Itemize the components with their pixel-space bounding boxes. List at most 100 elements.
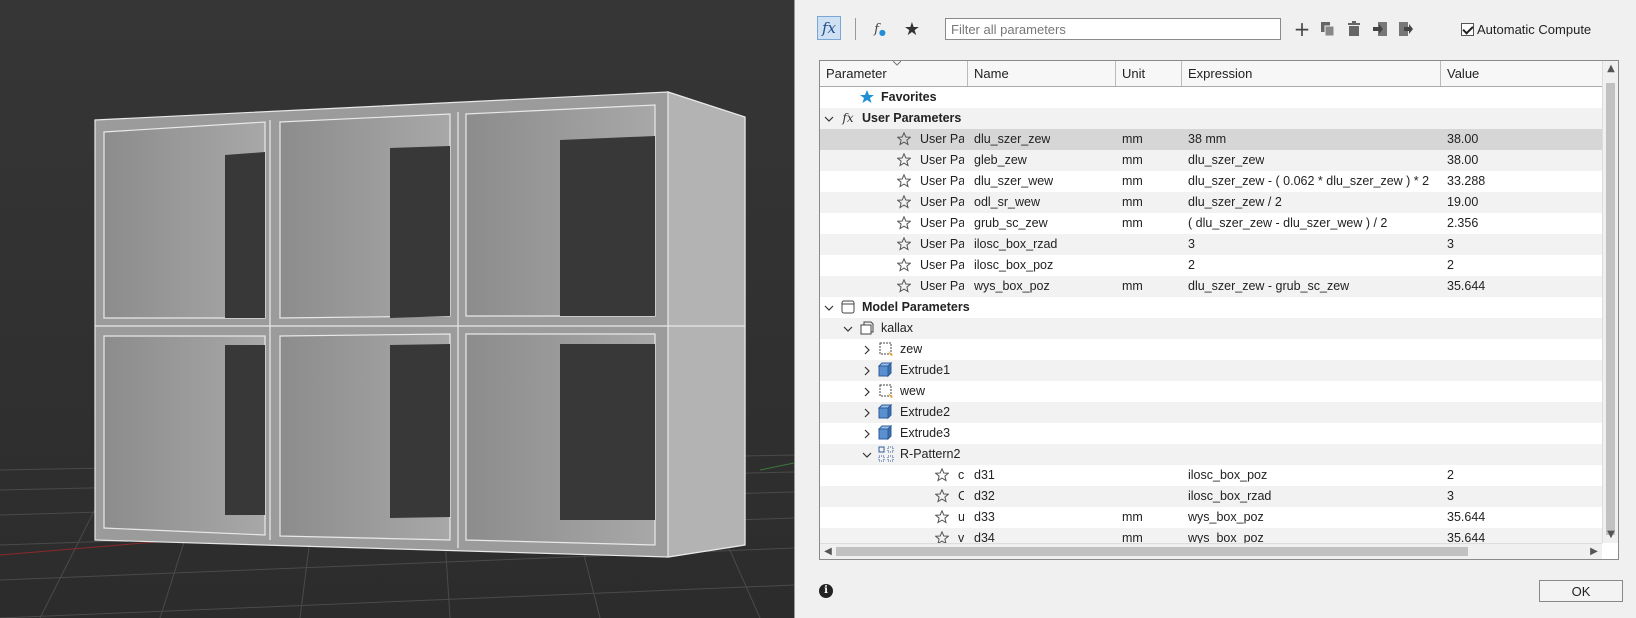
table-row[interactable]: CountV d32 ilosc_box_rzad 3	[820, 486, 1602, 507]
automatic-compute-toggle[interactable]: Automatic Compute	[1461, 16, 1591, 42]
chevron-right-icon[interactable]	[862, 386, 872, 397]
table-row[interactable]: User Parame... ilosc_box_rzad 3 3	[820, 234, 1602, 255]
chevron-right-icon[interactable]	[862, 344, 872, 355]
expression-cell[interactable]: dlu_szer_zew - ( 0.062 * dlu_szer_zew ) …	[1188, 171, 1429, 192]
horizontal-scrollbar[interactable]: ◀ ▶	[820, 543, 1602, 559]
user-fx-icon[interactable]: f ●	[869, 16, 891, 42]
favorite-star-icon[interactable]	[896, 236, 912, 252]
vertical-scroll-thumb[interactable]	[1606, 83, 1615, 535]
expression-cell[interactable]: ilosc_box_rzad	[1188, 486, 1271, 507]
delete-icon[interactable]	[1343, 16, 1365, 42]
name-cell[interactable]: ilosc_box_poz	[974, 255, 1053, 276]
table-row[interactable]: User Parame... ilosc_box_poz 2 2	[820, 255, 1602, 276]
expression-cell[interactable]: wys_box_poz	[1188, 507, 1264, 528]
automatic-compute-label: Automatic Compute	[1477, 21, 1592, 37]
vertical-scrollbar[interactable]: ▲ ▼	[1602, 61, 1618, 543]
scroll-left-icon[interactable]: ◀	[820, 544, 836, 559]
tree-node-row[interactable]: Extrude2	[820, 402, 1602, 423]
favorite-star-icon[interactable]	[896, 257, 912, 273]
name-cell[interactable]: d32	[974, 486, 995, 507]
sort-caret-icon	[893, 61, 901, 66]
tree-node-row[interactable]: Extrude3	[820, 423, 1602, 444]
chevron-down-icon[interactable]	[862, 449, 872, 459]
parameters-dialog: fx f● ★ + Automatic Compute Parameter Na…	[794, 0, 1636, 618]
name-cell[interactable]: odl_sr_wew	[974, 192, 1040, 213]
info-icon[interactable]: i	[819, 584, 833, 598]
table-row[interactable]: User Parame... grub_sc_zew mm ( dlu_szer_ze…	[820, 213, 1602, 234]
import-icon[interactable]	[1369, 16, 1391, 42]
group-row[interactable]: Model Parameters	[820, 297, 1602, 318]
column-header-name[interactable]: Name	[968, 61, 1116, 86]
expression-cell[interactable]: ( dlu_szer_zew - dlu_szer_wew ) / 2	[1188, 213, 1387, 234]
expression-cell[interactable]: dlu_szer_zew - grub_sc_zew	[1188, 276, 1349, 297]
tree-node-row[interactable]: zew	[820, 339, 1602, 360]
favorite-star-icon[interactable]	[934, 509, 950, 525]
model-viewport[interactable]	[0, 0, 794, 618]
expression-cell[interactable]: 3	[1188, 234, 1195, 255]
table-row[interactable]: countU d31 ilosc_box_poz 2	[820, 465, 1602, 486]
fx-icon[interactable]: fx	[817, 16, 841, 40]
filter-input[interactable]	[945, 18, 1281, 40]
chevron-down-icon[interactable]	[824, 113, 834, 123]
parameter-cell: CountV	[958, 486, 964, 507]
extrude-icon	[878, 404, 894, 420]
expression-cell[interactable]: dlu_szer_zew / 2	[1188, 192, 1282, 213]
name-cell[interactable]: d31	[974, 465, 995, 486]
unit-cell: mm	[1122, 195, 1143, 209]
table-row[interactable]: User Parame... gleb_zew mm dlu_szer_zew 38.0…	[820, 150, 1602, 171]
favorite-star-icon[interactable]	[896, 131, 912, 147]
chevron-right-icon[interactable]	[862, 407, 872, 418]
star-filled-icon	[859, 89, 875, 105]
column-header-expression[interactable]: Expression	[1182, 61, 1441, 86]
chevron-right-icon[interactable]	[862, 428, 872, 439]
table-row[interactable]: User Parame... dlu_szer_wew mm dlu_szer_zew…	[820, 171, 1602, 192]
name-cell[interactable]: gleb_zew	[974, 150, 1027, 171]
scroll-right-icon[interactable]: ▶	[1586, 544, 1602, 559]
name-cell[interactable]: grub_sc_zew	[974, 213, 1048, 234]
chevron-down-icon[interactable]	[824, 302, 834, 312]
extrude-icon	[878, 362, 894, 378]
favorite-star-icon[interactable]	[896, 215, 912, 231]
tree-node-row[interactable]: Extrude1	[820, 360, 1602, 381]
name-cell[interactable]: ilosc_box_rzad	[974, 234, 1057, 255]
favorite-star-icon[interactable]	[896, 194, 912, 210]
star-icon[interactable]: ★	[901, 16, 923, 42]
favorite-star-icon[interactable]	[896, 152, 912, 168]
value-cell: 35.644	[1447, 279, 1486, 293]
automatic-compute-checkbox[interactable]	[1461, 22, 1474, 36]
parameter-cell: User Parame...	[920, 195, 964, 209]
expression-cell[interactable]: 2	[1188, 255, 1195, 276]
favorite-star-icon[interactable]	[896, 173, 912, 189]
favorite-star-icon[interactable]	[934, 467, 950, 483]
expression-cell[interactable]: dlu_szer_zew	[1188, 150, 1264, 171]
group-row[interactable]: Favorites	[820, 87, 1602, 108]
name-cell[interactable]: dlu_szer_wew	[974, 171, 1053, 192]
expression-cell[interactable]: 38 mm	[1188, 129, 1226, 150]
expression-cell[interactable]: ilosc_box_poz	[1188, 465, 1267, 486]
tree-node-row[interactable]: R-Pattern2	[820, 444, 1602, 465]
tree-node-row[interactable]: kallax	[820, 318, 1602, 339]
add-icon[interactable]: +	[1291, 16, 1313, 42]
table-row[interactable]: User Parame... wys_box_poz mm dlu_szer_zew …	[820, 276, 1602, 297]
viewport-canvas	[0, 0, 794, 618]
column-header-unit[interactable]: Unit	[1116, 61, 1182, 86]
table-row[interactable]: User Parame... dlu_szer_zew mm 38 mm 38.00	[820, 129, 1602, 150]
table-row[interactable]: uSpac... d33 mm wys_box_poz 35.644	[820, 507, 1602, 528]
scroll-down-icon[interactable]: ▼	[1603, 527, 1618, 543]
horizontal-scroll-thumb[interactable]	[836, 547, 1468, 556]
export-icon[interactable]	[1395, 16, 1417, 42]
table-row[interactable]: User Parame... odl_sr_wew mm dlu_szer_zew /…	[820, 192, 1602, 213]
tree-node-row[interactable]: wew	[820, 381, 1602, 402]
name-cell[interactable]: d33	[974, 507, 995, 528]
favorite-star-icon[interactable]	[896, 278, 912, 294]
copy-icon[interactable]	[1317, 16, 1339, 42]
chevron-right-icon[interactable]	[862, 365, 872, 376]
name-cell[interactable]: dlu_szer_zew	[974, 129, 1050, 150]
name-cell[interactable]: wys_box_poz	[974, 276, 1050, 297]
ok-button[interactable]: OK	[1539, 580, 1623, 602]
chevron-down-icon[interactable]	[843, 323, 853, 333]
column-header-value[interactable]: Value	[1441, 61, 1604, 86]
group-row[interactable]: fx User Parameters	[820, 108, 1602, 129]
scroll-up-icon[interactable]: ▲	[1603, 61, 1618, 77]
favorite-star-icon[interactable]	[934, 488, 950, 504]
